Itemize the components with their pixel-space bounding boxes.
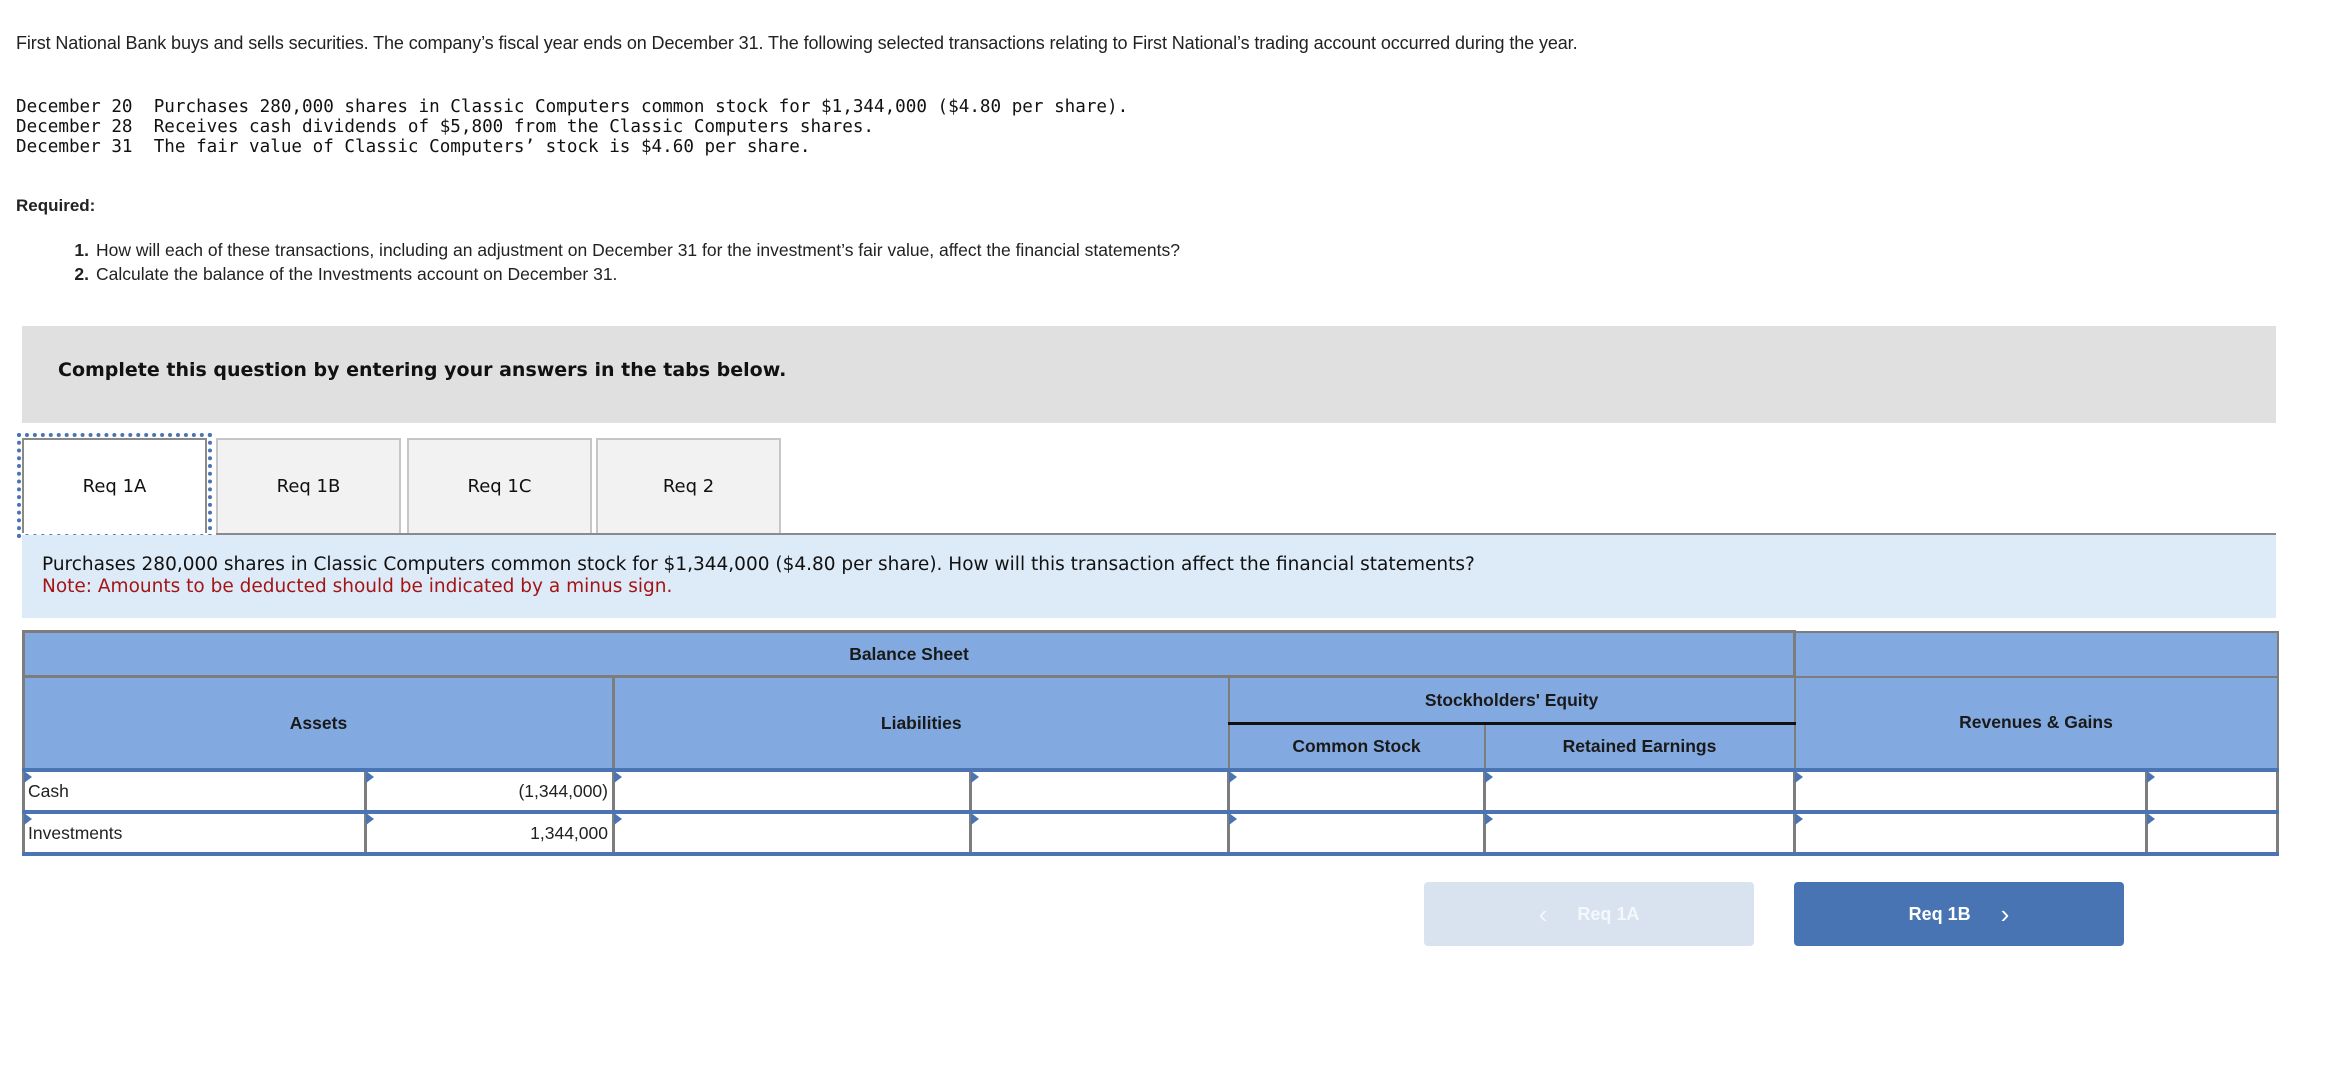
transaction-row: December 28 Receives cash dividends of $… [16, 117, 1128, 137]
transaction-row: December 31 The fair value of Classic Co… [16, 137, 1128, 157]
instruction-text: Complete this question by entering your … [58, 359, 787, 381]
tab-req-1c[interactable]: Req 1C [407, 438, 592, 533]
revenue-account-dropdown[interactable] [1793, 810, 2149, 856]
requirement-text: How will each of these transactions, inc… [96, 240, 1180, 260]
tab-req-1a[interactable]: Req 1A [17, 433, 212, 538]
retained-earnings-header: Retained Earnings [1483, 722, 1796, 771]
transaction-text: Receives cash dividends of $5,800 from t… [153, 117, 874, 137]
requirement-number: 1. [74, 240, 89, 260]
tab-req-1b[interactable]: Req 1B [216, 438, 401, 533]
next-req-button[interactable]: Req 1B › [1794, 882, 2124, 946]
dropdown-flag-icon [614, 813, 622, 825]
asset-account-dropdown[interactable]: Investments [22, 810, 367, 856]
transaction-date: December 31 [16, 137, 133, 157]
input-flag-icon [366, 813, 374, 825]
requirement-item: 1. How will each of these transactions, … [0, 238, 1180, 262]
problem-intro: First National Bank buys and sells secur… [16, 33, 1578, 53]
common-stock-input[interactable] [1227, 768, 1486, 814]
requirement-item: 2. Calculate the balance of the Investme… [0, 262, 1180, 286]
transaction-row: December 20 Purchases 280,000 shares in … [16, 97, 1128, 117]
liability-account-dropdown[interactable] [612, 810, 972, 856]
dropdown-flag-icon [24, 771, 32, 783]
retained-earnings-input[interactable] [1482, 810, 1797, 856]
retained-earnings-input[interactable] [1482, 768, 1797, 814]
tab-label: Req 1B [276, 476, 341, 497]
instruction-banner: Complete this question by entering your … [22, 326, 2276, 423]
question-panel: Purchases 280,000 shares in Classic Comp… [22, 535, 2276, 618]
assets-header: Assets [22, 675, 615, 772]
revenue-amount-input[interactable] [2145, 810, 2280, 856]
transaction-date: December 28 [16, 117, 133, 137]
dropdown-flag-icon [1795, 771, 1804, 783]
transaction-text: Purchases 280,000 shares in Classic Comp… [153, 97, 1129, 117]
input-flag-icon [1485, 771, 1493, 783]
question-note: Note: Amounts to be deducted should be i… [42, 576, 673, 597]
tab-label: Req 1C [467, 476, 532, 497]
chevron-left-icon: ‹ [1538, 899, 1548, 929]
input-flag-icon [1485, 813, 1493, 825]
liability-amount-input[interactable] [969, 810, 1230, 856]
asset-amount-input[interactable]: 1,344,000 [364, 810, 615, 856]
dropdown-flag-icon [24, 813, 32, 825]
requirement-text: Calculate the balance of the Investments… [96, 264, 618, 284]
asset-account-dropdown[interactable]: Cash [22, 768, 367, 814]
revenue-amount-input[interactable] [2145, 768, 2280, 814]
liability-account-dropdown[interactable] [612, 768, 972, 814]
dropdown-flag-icon [1795, 813, 1804, 825]
input-flag-icon [2147, 813, 2156, 825]
tab-label: Req 1A [82, 476, 147, 497]
input-flag-icon [1229, 813, 1237, 825]
stockholders-equity-header: Stockholders' Equity [1227, 675, 1796, 725]
liabilities-header: Liabilities [612, 675, 1230, 771]
transaction-date: December 20 [16, 97, 133, 117]
liability-amount-input[interactable] [969, 768, 1230, 814]
input-flag-icon [971, 813, 979, 825]
tab-label: Req 2 [662, 476, 715, 497]
question-text: Purchases 280,000 shares in Classic Comp… [42, 554, 1475, 575]
prev-button-label: Req 1A [1577, 903, 1640, 924]
next-button-label: Req 1B [1908, 903, 1971, 924]
revenues-gains-header: Revenues & Gains [1793, 675, 2279, 771]
required-heading: Required: [16, 196, 96, 215]
dropdown-flag-icon [614, 771, 622, 783]
table-row: Investments 1,344,000 [22, 810, 2280, 856]
requirement-number: 2. [74, 264, 89, 284]
chevron-right-icon: › [2000, 899, 2010, 929]
input-flag-icon [1229, 771, 1237, 783]
tab-req-2[interactable]: Req 2 [596, 438, 781, 533]
transaction-text: The fair value of Classic Computers’ sto… [153, 137, 811, 157]
table-row: Cash (1,344,000) [22, 768, 2280, 814]
common-stock-header: Common Stock [1227, 722, 1486, 771]
input-flag-icon [971, 771, 979, 783]
balance-sheet-header: Balance Sheet [21, 630, 1797, 678]
financial-statement-effects-table: Balance Sheet Assets Liabilities Stockho… [21, 630, 2280, 856]
input-flag-icon [2147, 771, 2156, 783]
input-flag-icon [366, 771, 374, 783]
requirements-list: 1. How will each of these transactions, … [0, 238, 1180, 286]
asset-amount-input[interactable]: (1,344,000) [364, 768, 615, 814]
revenue-account-dropdown[interactable] [1793, 768, 2149, 814]
common-stock-input[interactable] [1227, 810, 1486, 856]
income-statement-header [1793, 630, 2279, 678]
transactions-list: December 20 Purchases 280,000 shares in … [16, 97, 1128, 157]
prev-req-button[interactable]: ‹ Req 1A [1424, 882, 1754, 946]
